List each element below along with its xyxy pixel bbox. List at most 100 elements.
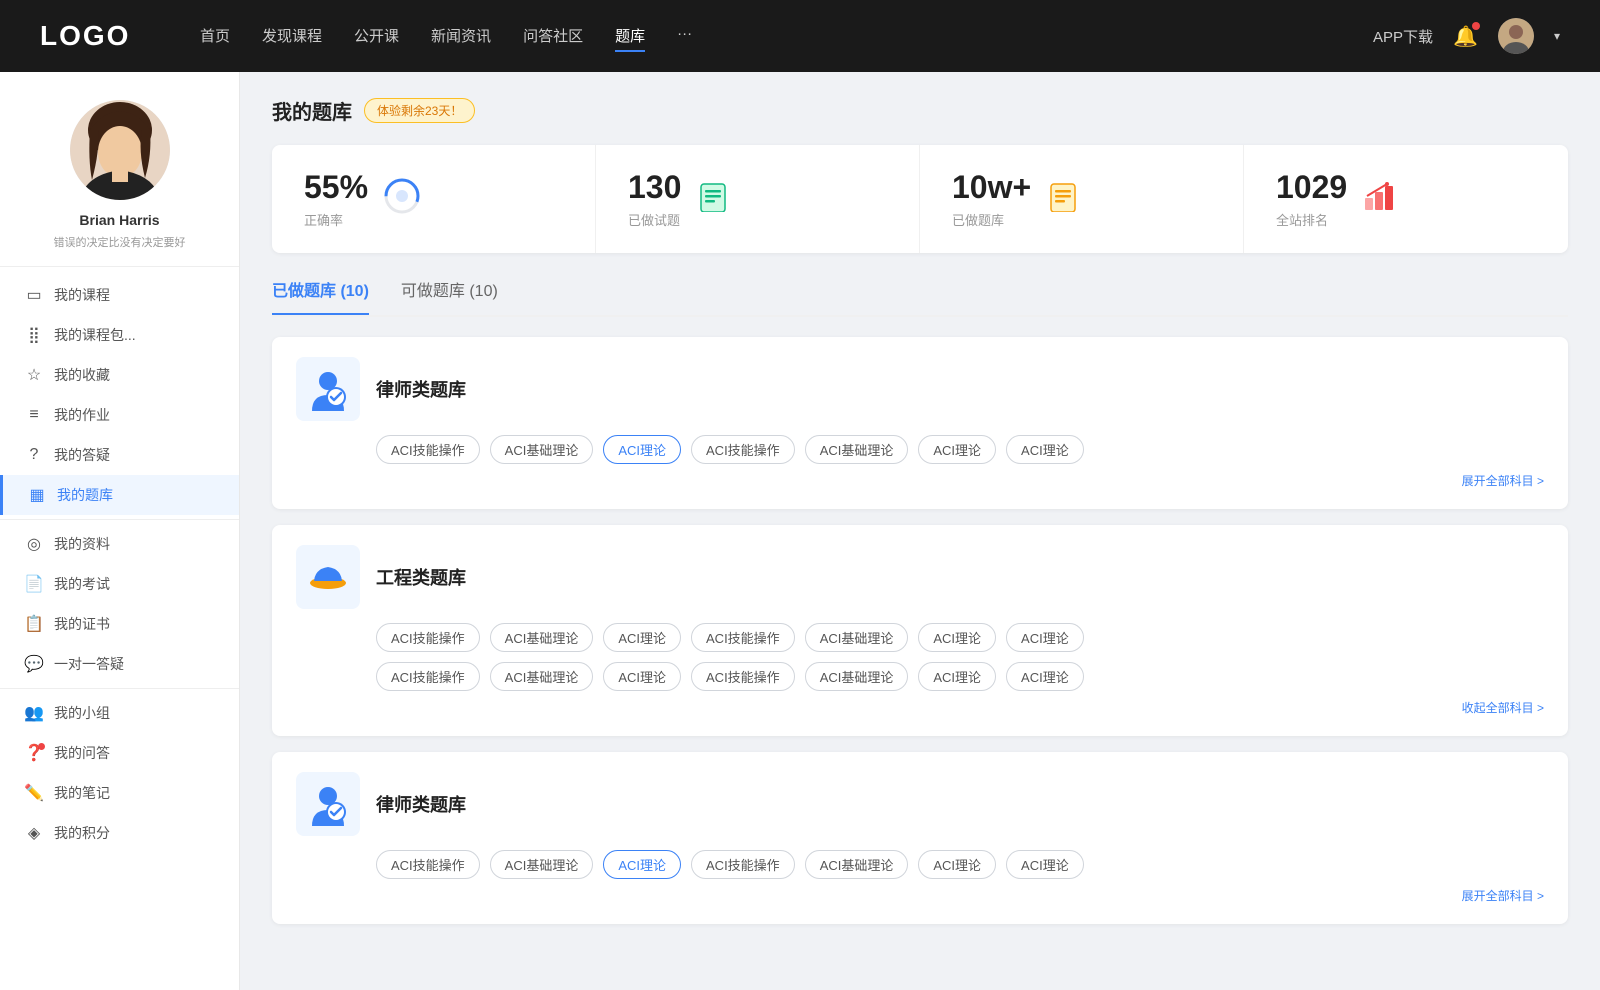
logo: LOGO — [40, 20, 160, 52]
sidebar-item-profile[interactable]: ◎ 我的资料 — [0, 524, 239, 564]
eng-tag-3[interactable]: ACI技能操作 — [691, 623, 795, 652]
eng-tag-1[interactable]: ACI基础理论 — [490, 623, 594, 652]
tag-5[interactable]: ACI理论 — [918, 435, 996, 464]
topic-card-engineering: 工程类题库 ACI技能操作 ACI基础理论 ACI理论 ACI技能操作 ACI基… — [272, 525, 1568, 736]
notification-bell[interactable]: 🔔 — [1453, 24, 1478, 49]
notification-dot — [1472, 22, 1480, 30]
eng-tag-4[interactable]: ACI基础理论 — [805, 623, 909, 652]
tab-available[interactable]: 可做题库 (10) — [401, 277, 498, 315]
topic-card-lawyer-2: 律师类题库 ACI技能操作 ACI基础理论 ACI理论 ACI技能操作 ACI基… — [272, 752, 1568, 924]
tag-2[interactable]: ACI理论 — [603, 435, 681, 464]
sidebar: Brian Harris 错误的决定比没有决定要好 ▭ 我的课程 ⣿ 我的课程包… — [0, 72, 240, 990]
eng-tag2-3[interactable]: ACI技能操作 — [691, 662, 795, 691]
homework-icon: ≡ — [24, 406, 44, 424]
sidebar-item-group[interactable]: 👥 我的小组 — [0, 693, 239, 733]
tab-row: 已做题库 (10) 可做题库 (10) — [272, 277, 1568, 317]
star-icon: ☆ — [24, 365, 44, 385]
law2-tag-0[interactable]: ACI技能操作 — [376, 850, 480, 879]
tag-0[interactable]: ACI技能操作 — [376, 435, 480, 464]
law2-tag-6[interactable]: ACI理论 — [1006, 850, 1084, 879]
eng-tag2-2[interactable]: ACI理论 — [603, 662, 681, 691]
sidebar-item-my-course[interactable]: ▭ 我的课程 — [0, 275, 239, 315]
rank-icon — [1363, 180, 1395, 219]
stat-bank-number: 10w+ — [952, 169, 1031, 206]
eng-tag2-1[interactable]: ACI基础理论 — [490, 662, 594, 691]
navbar: LOGO 首页 发现课程 公开课 新闻资讯 问答社区 题库 ··· APP下载 … — [0, 0, 1600, 72]
tag-6[interactable]: ACI理论 — [1006, 435, 1084, 464]
tag-4[interactable]: ACI基础理论 — [805, 435, 909, 464]
trial-badge: 体验剩余23天！ — [364, 98, 475, 123]
sidebar-item-qa[interactable]: ? 我的答疑 — [0, 435, 239, 475]
user-menu-chevron[interactable]: ▾ — [1554, 29, 1560, 43]
eng-tag-5[interactable]: ACI理论 — [918, 623, 996, 652]
stat-questions-number: 130 — [628, 169, 681, 206]
sidebar-item-my-qa[interactable]: ❓ 我的问答 — [0, 733, 239, 773]
sidebar-item-exam[interactable]: 📄 我的考试 — [0, 564, 239, 604]
stats-row: 55% 正确率 130 已做试题 — [272, 145, 1568, 253]
law2-tag-3[interactable]: ACI技能操作 — [691, 850, 795, 879]
sidebar-item-certificate[interactable]: 📋 我的证书 — [0, 604, 239, 644]
lawyer-expand-link[interactable]: 展开全部科目 > — [296, 472, 1544, 489]
nav-open-course[interactable]: 公开课 — [354, 21, 399, 52]
nav-right: APP下载 🔔 ▾ — [1373, 18, 1560, 54]
eng-tag-6[interactable]: ACI理论 — [1006, 623, 1084, 652]
stat-rank-number: 1029 — [1276, 169, 1347, 206]
lawyer2-topic-tags: ACI技能操作 ACI基础理论 ACI理论 ACI技能操作 ACI基础理论 AC… — [376, 850, 1544, 879]
sidebar-divider-1 — [0, 519, 239, 520]
lawyer2-topic-title: 律师类题库 — [376, 791, 466, 817]
nav-more[interactable]: ··· — [677, 21, 692, 52]
user-avatar[interactable] — [1498, 18, 1534, 54]
sidebar-item-notes[interactable]: ✏️ 我的笔记 — [0, 773, 239, 813]
sidebar-divider-2 — [0, 688, 239, 689]
points-icon: ◈ — [24, 823, 44, 843]
package-icon: ⣿ — [24, 325, 44, 345]
nav-question-bank[interactable]: 题库 — [615, 21, 645, 52]
eng-tag2-5[interactable]: ACI理论 — [918, 662, 996, 691]
main-layout: Brian Harris 错误的决定比没有决定要好 ▭ 我的课程 ⣿ 我的课程包… — [0, 72, 1600, 990]
sidebar-item-points[interactable]: ◈ 我的积分 — [0, 813, 239, 853]
stat-accuracy-label: 正确率 — [304, 210, 368, 229]
sidebar-item-favorites[interactable]: ☆ 我的收藏 — [0, 355, 239, 395]
engineer-topic-tags-row2: ACI技能操作 ACI基础理论 ACI理论 ACI技能操作 ACI基础理论 AC… — [376, 662, 1544, 691]
bank-icon: ▦ — [27, 485, 47, 505]
accuracy-icon — [384, 178, 420, 221]
stat-bank: 10w+ 已做题库 — [920, 145, 1244, 253]
nav-qa[interactable]: 问答社区 — [523, 21, 583, 52]
page-title: 我的题库 — [272, 96, 352, 125]
nav-discover[interactable]: 发现课程 — [262, 21, 322, 52]
law2-tag-4[interactable]: ACI基础理论 — [805, 850, 909, 879]
eng-tag-0[interactable]: ACI技能操作 — [376, 623, 480, 652]
law2-tag-5[interactable]: ACI理论 — [918, 850, 996, 879]
eng-tag-2[interactable]: ACI理论 — [603, 623, 681, 652]
sidebar-item-question-bank[interactable]: ▦ 我的题库 — [0, 475, 239, 515]
sidebar-item-course-package[interactable]: ⣿ 我的课程包... — [0, 315, 239, 355]
nav-home[interactable]: 首页 — [200, 21, 230, 52]
lawyer2-expand-link[interactable]: 展开全部科目 > — [296, 887, 1544, 904]
main-content: 我的题库 体验剩余23天！ 55% 正确率 — [240, 72, 1600, 990]
engineer-expand-link[interactable]: 收起全部科目 > — [296, 699, 1544, 716]
sidebar-username: Brian Harris — [79, 212, 159, 228]
group-icon: 👥 — [24, 703, 44, 723]
stat-bank-label: 已做题库 — [952, 210, 1031, 229]
nav-links: 首页 发现课程 公开课 新闻资讯 问答社区 题库 ··· — [200, 21, 1333, 52]
eng-tag2-0[interactable]: ACI技能操作 — [376, 662, 480, 691]
tab-done[interactable]: 已做题库 (10) — [272, 277, 369, 315]
eng-tag2-6[interactable]: ACI理论 — [1006, 662, 1084, 691]
engineer-topic-tags-row1: ACI技能操作 ACI基础理论 ACI理论 ACI技能操作 ACI基础理论 AC… — [376, 623, 1544, 652]
sidebar-item-one-on-one[interactable]: 💬 一对一答疑 — [0, 644, 239, 684]
app-download-link[interactable]: APP下载 — [1373, 26, 1433, 47]
tag-1[interactable]: ACI基础理论 — [490, 435, 594, 464]
eng-tag2-4[interactable]: ACI基础理论 — [805, 662, 909, 691]
sidebar-item-homework[interactable]: ≡ 我的作业 — [0, 395, 239, 435]
cert-icon: 📋 — [24, 614, 44, 634]
sidebar-menu: ▭ 我的课程 ⣿ 我的课程包... ☆ 我的收藏 ≡ 我的作业 ? 我的答疑 ▦… — [0, 267, 239, 861]
law2-tag-1[interactable]: ACI基础理论 — [490, 850, 594, 879]
law2-tag-2[interactable]: ACI理论 — [603, 850, 681, 879]
page-title-row: 我的题库 体验剩余23天！ — [272, 96, 1568, 125]
tag-3[interactable]: ACI技能操作 — [691, 435, 795, 464]
course-icon: ▭ — [24, 285, 44, 305]
profile-avatar[interactable] — [70, 100, 170, 200]
profile-icon: ◎ — [24, 534, 44, 554]
nav-news[interactable]: 新闻资讯 — [431, 21, 491, 52]
stat-rank: 1029 全站排名 — [1244, 145, 1568, 253]
